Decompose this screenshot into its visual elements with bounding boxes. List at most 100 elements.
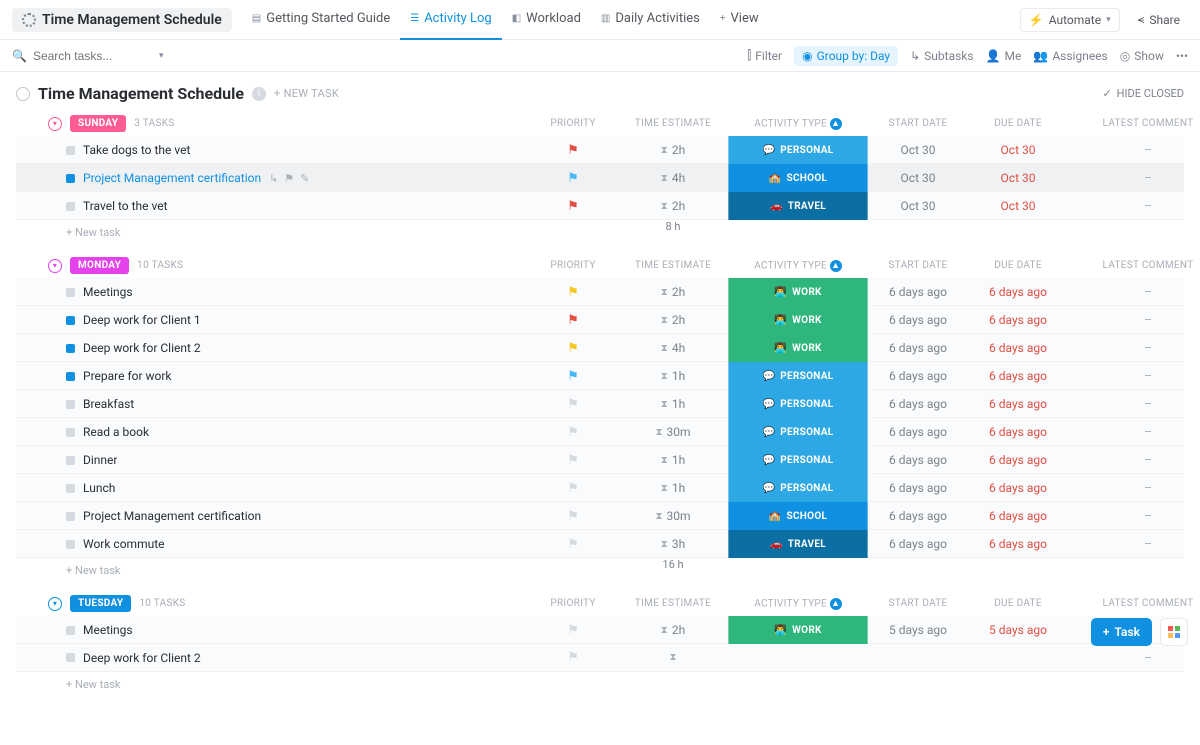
search-input[interactable] bbox=[33, 49, 153, 63]
task-name[interactable]: Breakfast bbox=[83, 397, 134, 411]
start-date[interactable]: Oct 30 bbox=[868, 199, 968, 213]
latest-comment[interactable]: – bbox=[1068, 171, 1200, 185]
task-name[interactable]: Meetings bbox=[83, 285, 133, 299]
time-estimate[interactable]: ⧗4h bbox=[618, 341, 728, 355]
start-date[interactable]: 6 days ago bbox=[868, 313, 968, 327]
activity-type-badge[interactable]: 💬PERSONAL bbox=[728, 390, 868, 418]
tab-activity-log[interactable]: ☰Activity Log bbox=[400, 0, 501, 40]
priority-flag-icon[interactable]: ⚑ bbox=[567, 171, 579, 186]
time-estimate[interactable]: ⧗3h bbox=[618, 537, 728, 551]
edit-icon[interactable]: ✎ bbox=[300, 172, 309, 185]
tab-daily-activities[interactable]: ▥Daily Activities bbox=[591, 0, 710, 40]
activity-type-badge[interactable]: 🏫SCHOOL bbox=[728, 502, 868, 530]
col-time-estimate[interactable]: TIME ESTIMATE bbox=[618, 118, 728, 129]
priority-flag-icon[interactable]: ⚑ bbox=[567, 285, 579, 300]
status-square[interactable] bbox=[66, 174, 75, 183]
activity-type-badge[interactable]: 💬PERSONAL bbox=[728, 418, 868, 446]
activity-type-badge[interactable]: 🚗TRAVEL bbox=[728, 530, 868, 558]
due-date[interactable]: 6 days ago bbox=[968, 285, 1068, 299]
col-latest-comment[interactable]: LATEST COMMENT bbox=[1068, 598, 1200, 609]
start-date[interactable]: 6 days ago bbox=[868, 341, 968, 355]
task-row[interactable]: Breakfast ⚑ ⧗1h 💬PERSONAL 6 days ago 6 d… bbox=[16, 390, 1184, 418]
due-date[interactable]: 6 days ago bbox=[968, 537, 1068, 551]
priority-flag-icon[interactable]: ⚑ bbox=[567, 623, 579, 638]
priority-flag-icon[interactable]: ⚑ bbox=[567, 425, 579, 440]
col-due-date[interactable]: DUE DATE bbox=[968, 118, 1068, 129]
task-row[interactable]: Work commute ⚑ ⧗3h 🚗TRAVEL 6 days ago 6 … bbox=[16, 530, 1184, 558]
info-icon[interactable]: i bbox=[252, 87, 266, 101]
task-row[interactable]: Deep work for Client 2 ⚑ ⧗4h 👨‍💻WORK 6 d… bbox=[16, 334, 1184, 362]
status-square[interactable] bbox=[66, 484, 75, 493]
task-row[interactable]: Meetings ⚑ ⧗2h 👨‍💻WORK 5 days ago 5 days… bbox=[16, 616, 1184, 644]
priority-flag-icon[interactable]: ⚑ bbox=[567, 537, 579, 552]
priority-flag-icon[interactable]: ⚑ bbox=[567, 481, 579, 496]
col-priority[interactable]: PRIORITY bbox=[528, 260, 618, 271]
time-estimate[interactable]: ⧗30m bbox=[618, 425, 728, 439]
more-menu[interactable]: ••• bbox=[1176, 49, 1188, 63]
groupby-button[interactable]: ◉Group by: Day bbox=[794, 46, 898, 66]
task-name[interactable]: Lunch bbox=[83, 481, 115, 495]
task-row[interactable]: Meetings ⚑ ⧗2h 👨‍💻WORK 6 days ago 6 days… bbox=[16, 278, 1184, 306]
time-estimate[interactable]: ⧗2h bbox=[618, 623, 728, 637]
task-name[interactable]: Project Management certification bbox=[83, 509, 261, 523]
col-due-date[interactable]: DUE DATE bbox=[968, 260, 1068, 271]
status-square[interactable] bbox=[66, 202, 75, 211]
task-row[interactable]: Dinner ⚑ ⧗1h 💬PERSONAL 6 days ago 6 days… bbox=[16, 446, 1184, 474]
priority-flag-icon[interactable]: ⚑ bbox=[567, 341, 579, 356]
time-estimate[interactable]: ⧗2h bbox=[618, 313, 728, 327]
start-date[interactable]: 6 days ago bbox=[868, 453, 968, 467]
due-date[interactable]: 6 days ago bbox=[968, 341, 1068, 355]
subtask-icon[interactable]: ↳ bbox=[269, 172, 278, 185]
col-start-date[interactable]: START DATE bbox=[868, 118, 968, 129]
activity-type-badge[interactable]: 🚗TRAVEL bbox=[728, 192, 868, 220]
due-date[interactable]: 6 days ago bbox=[968, 425, 1068, 439]
priority-flag-icon[interactable]: ⚑ bbox=[567, 313, 579, 328]
status-square[interactable] bbox=[66, 316, 75, 325]
col-start-date[interactable]: START DATE bbox=[868, 598, 968, 609]
priority-flag-icon[interactable]: ⚑ bbox=[567, 199, 579, 214]
task-row[interactable]: Read a book ⚑ ⧗30m 💬PERSONAL 6 days ago … bbox=[16, 418, 1184, 446]
task-row[interactable]: Deep work for Client 2 ⚑ ⧗ – ••• bbox=[16, 644, 1184, 672]
task-row[interactable]: Project Management certification ↳⚑✎ ⚑ ⧗… bbox=[16, 164, 1184, 192]
due-date[interactable]: 6 days ago bbox=[968, 313, 1068, 327]
task-name[interactable]: Take dogs to the vet bbox=[83, 143, 190, 157]
latest-comment[interactable]: – bbox=[1068, 369, 1200, 383]
time-estimate[interactable]: ⧗1h bbox=[618, 397, 728, 411]
hide-closed-button[interactable]: ✓HIDE CLOSED bbox=[1102, 87, 1184, 100]
automate-button[interactable]: ⚡ Automate ▾ bbox=[1020, 8, 1120, 32]
new-task-row[interactable]: + New task bbox=[48, 558, 528, 577]
activity-type-badge[interactable]: 🏫SCHOOL bbox=[728, 164, 868, 192]
task-name[interactable]: Dinner bbox=[83, 453, 117, 467]
start-date[interactable]: 6 days ago bbox=[868, 369, 968, 383]
status-square[interactable] bbox=[66, 372, 75, 381]
task-row[interactable]: Travel to the vet ⚑ ⧗2h 🚗TRAVEL Oct 30 O… bbox=[16, 192, 1184, 220]
priority-flag-icon[interactable]: ⚑ bbox=[567, 453, 579, 468]
status-square[interactable] bbox=[66, 288, 75, 297]
due-date[interactable]: Oct 30 bbox=[968, 171, 1068, 185]
latest-comment[interactable]: – bbox=[1068, 397, 1200, 411]
start-date[interactable]: 6 days ago bbox=[868, 537, 968, 551]
col-latest-comment[interactable]: LATEST COMMENT bbox=[1068, 260, 1200, 271]
filter-button[interactable]: ⫿Filter bbox=[747, 48, 782, 63]
due-date[interactable]: 6 days ago bbox=[968, 481, 1068, 495]
col-priority[interactable]: PRIORITY bbox=[528, 118, 618, 129]
time-estimate[interactable]: ⧗1h bbox=[618, 369, 728, 383]
task-name[interactable]: Project Management certification bbox=[83, 171, 261, 185]
group-name-pill[interactable]: MONDAY bbox=[70, 257, 129, 274]
start-date[interactable]: Oct 30 bbox=[868, 143, 968, 157]
start-date[interactable]: 5 days ago bbox=[868, 623, 968, 637]
time-estimate[interactable]: ⧗2h bbox=[618, 285, 728, 299]
start-date[interactable]: 6 days ago bbox=[868, 481, 968, 495]
list-status-icon[interactable] bbox=[16, 87, 30, 101]
task-row[interactable]: Deep work for Client 1 ⚑ ⧗2h 👨‍💻WORK 6 d… bbox=[16, 306, 1184, 334]
activity-type-badge[interactable]: 💬PERSONAL bbox=[728, 474, 868, 502]
time-estimate[interactable]: ⧗2h bbox=[618, 199, 728, 213]
col-start-date[interactable]: START DATE bbox=[868, 260, 968, 271]
col-time-estimate[interactable]: TIME ESTIMATE bbox=[618, 260, 728, 271]
due-date[interactable]: 6 days ago bbox=[968, 397, 1068, 411]
time-estimate[interactable]: ⧗2h bbox=[618, 143, 728, 157]
latest-comment[interactable]: – bbox=[1068, 313, 1200, 327]
apps-fab[interactable] bbox=[1160, 618, 1188, 646]
task-name[interactable]: Deep work for Client 2 bbox=[83, 341, 201, 355]
task-row[interactable]: Prepare for work ⚑ ⧗1h 💬PERSONAL 6 days … bbox=[16, 362, 1184, 390]
